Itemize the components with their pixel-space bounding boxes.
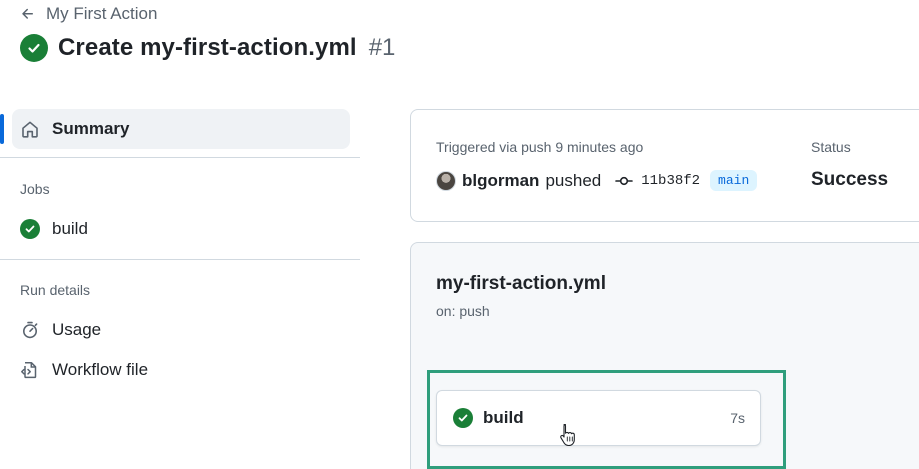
avatar[interactable] bbox=[436, 170, 456, 191]
commit-sha-link[interactable]: 11b38f2 bbox=[641, 173, 700, 189]
status-value: Success bbox=[811, 169, 889, 190]
job-card-build[interactable]: build 7s bbox=[436, 390, 761, 446]
triggered-text: Triggered via push 9 minutes ago bbox=[436, 139, 644, 155]
git-commit-icon bbox=[615, 176, 634, 185]
selected-indicator bbox=[0, 114, 4, 144]
back-link-label[interactable]: My First Action bbox=[46, 4, 157, 24]
actor-row: blgorman pushed 11b38f2 main bbox=[436, 170, 758, 191]
success-check-icon bbox=[453, 408, 473, 428]
job-name: build bbox=[483, 408, 524, 427]
home-icon bbox=[22, 121, 38, 138]
run-summary-card: Triggered via push 9 minutes ago blgorma… bbox=[410, 109, 919, 222]
actor-name[interactable]: blgorman bbox=[462, 171, 539, 191]
run-details-heading: Run details bbox=[20, 282, 91, 298]
sidebar-item-usage[interactable]: Usage bbox=[20, 320, 101, 340]
sidebar-item-label: Summary bbox=[52, 119, 130, 138]
workflow-trigger: on: push bbox=[436, 303, 490, 319]
stopwatch-icon bbox=[23, 321, 38, 339]
status-label: Status bbox=[811, 139, 851, 155]
arrow-left-icon bbox=[22, 8, 33, 19]
sidebar-item-label: Workflow file bbox=[52, 360, 149, 379]
back-link[interactable]: My First Action bbox=[20, 4, 157, 24]
sidebar-item-workflow-file[interactable]: Workflow file bbox=[20, 360, 148, 380]
file-code-icon bbox=[21, 362, 37, 379]
run-number: #1 bbox=[368, 34, 396, 61]
sidebar-item-summary[interactable]: Summary bbox=[12, 109, 350, 149]
branch-badge[interactable]: main bbox=[710, 170, 758, 191]
job-duration: 7s bbox=[730, 410, 745, 426]
sidebar-item-build[interactable]: build bbox=[20, 219, 88, 239]
sidebar-item-label: build bbox=[52, 219, 88, 238]
divider bbox=[0, 157, 360, 158]
page-title-row: Create my-first-action.yml #1 bbox=[20, 34, 395, 62]
hand-pointer-cursor-icon bbox=[560, 423, 575, 447]
jobs-heading: Jobs bbox=[20, 181, 50, 197]
actor-action: pushed bbox=[545, 170, 602, 190]
success-check-icon bbox=[20, 34, 48, 62]
sidebar-item-label: Usage bbox=[52, 320, 102, 339]
workflow-file-name: my-first-action.yml bbox=[436, 273, 606, 294]
success-check-icon bbox=[20, 219, 40, 239]
divider bbox=[0, 259, 360, 260]
page-title: Create my-first-action.yml bbox=[58, 34, 357, 61]
